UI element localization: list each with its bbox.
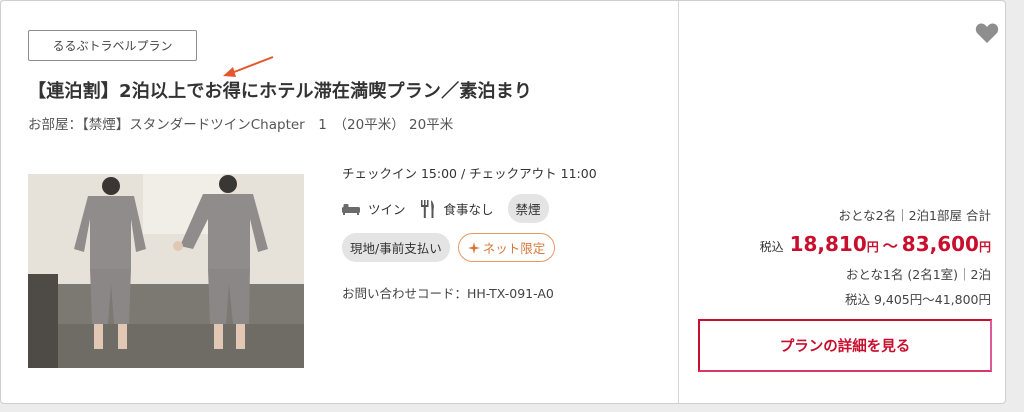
inquiry-code: お問い合わせコード：HH-TX-091-A0 [342, 286, 554, 301]
price-min: 18,810 [789, 232, 867, 256]
price-summary: おとな2名｜2泊1部屋 合計 税込 18,810円～ 83,600円 おとな1名 (… [691, 205, 991, 308]
tax-label: 税込 [759, 240, 784, 254]
range-separator: ～ [882, 237, 898, 255]
plan-info-section: るるぶトラベルプラン 【連泊割】2泊以上でお得にホテル滞在満喫プラン／素泊まり … [1, 1, 678, 403]
room-photo-illustration [28, 174, 304, 368]
plan-title[interactable]: 【連泊割】2泊以上でお得にホテル滞在満喫プラン／素泊まり [28, 77, 532, 103]
total-price: 税込 18,810円～ 83,600円 [691, 232, 991, 256]
per-person-label: おとな1名 (2名1室)｜2泊 [845, 267, 991, 282]
yen-unit: 円 [866, 240, 879, 254]
net-only-badge: ネット限定 [457, 233, 556, 262]
bed-icon [342, 203, 360, 215]
bed-type: ツイン [342, 199, 406, 218]
smoking-badge: 禁煙 [507, 194, 549, 223]
plan-card: るるぶトラベルプラン 【連泊割】2泊以上でお得にホテル滞在満喫プラン／素泊まり … [0, 0, 1006, 404]
sparkle-icon [467, 241, 480, 254]
heart-icon[interactable] [975, 22, 999, 44]
payment-badge: 現地/事前支払い [342, 233, 450, 262]
net-only-label: ネット限定 [482, 241, 546, 256]
checkin-checkout-times: チェックイン 15:00 / チェックアウト 11:00 [342, 166, 597, 181]
amenity-tags: ツイン 食事なし 禁煙 [342, 194, 549, 223]
room-name: お部屋：【禁煙】スタンダードツインChapter 1 （20平米） 20平米 [28, 117, 454, 133]
plan-detail-button[interactable]: プランの詳細を見る [698, 319, 992, 372]
yen-unit: 円 [978, 240, 991, 254]
per-person-price: 税込 9,405円～41,800円 [845, 292, 991, 307]
payment-tags: 現地/事前支払い ネット限定 [342, 233, 556, 262]
price-max: 83,600 [901, 232, 979, 256]
room-photo[interactable] [28, 174, 304, 368]
meal-info: 食事なし [420, 199, 494, 218]
plan-details: チェックイン 15:00 / チェックアウト 11:00 ツイン 食事なし 禁煙… [342, 163, 672, 301]
meal-label: 食事なし [443, 202, 494, 217]
occupancy-info: おとな2名｜2泊1部屋 合計 [838, 208, 991, 223]
fork-knife-icon [420, 199, 434, 218]
pricing-section: おとな2名｜2泊1部屋 合計 税込 18,810円～ 83,600円 おとな1名 (… [679, 1, 1005, 403]
bed-type-label: ツイン [368, 202, 406, 217]
brand-tag: るるぶトラベルプラン [28, 30, 197, 61]
